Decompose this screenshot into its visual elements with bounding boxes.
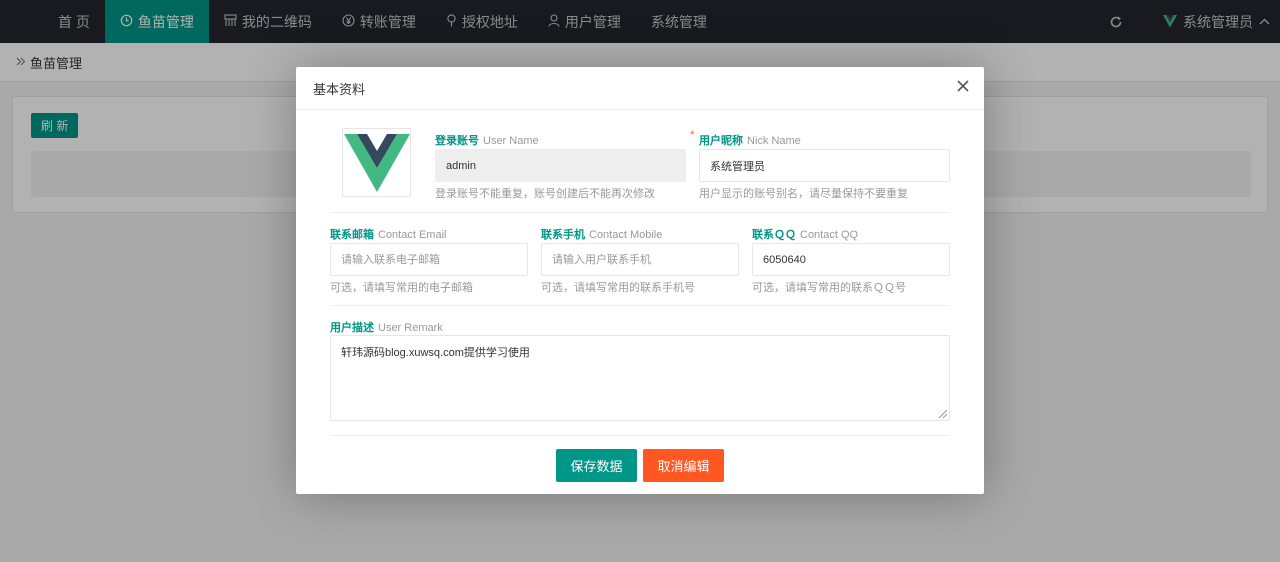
close-icon[interactable] <box>956 79 970 93</box>
email-label: 联系邮箱 Contact Email <box>330 229 447 241</box>
username-hint: 登录账号不能重复，账号创建后不能再次修改 <box>435 188 655 200</box>
modal-header: 基本资料 <box>296 67 984 110</box>
vue-logo-icon <box>343 133 410 192</box>
qq-field[interactable] <box>752 243 950 276</box>
remark-textarea[interactable]: 轩玮源码blog.xuwsq.com提供学习使用 <box>330 335 950 421</box>
username-field[interactable] <box>435 149 686 182</box>
email-hint: 可选，请填写常用的电子邮箱 <box>330 282 473 294</box>
divider <box>330 305 950 306</box>
nickname-hint: 用户显示的账号别名，请尽量保持不要重复 <box>699 188 908 200</box>
profile-modal: 基本资料 登录账号User Name 登录账号不能重复，账号创建后不能再次修改 … <box>296 67 984 494</box>
qq-hint: 可选，请填写常用的联系ＱＱ号 <box>752 282 906 294</box>
required-mark: * <box>690 129 695 141</box>
nickname-field[interactable] <box>699 149 950 182</box>
avatar[interactable] <box>342 128 411 197</box>
save-button[interactable]: 保存数据 <box>556 449 637 482</box>
mobile-hint: 可选，请填写常用的联系手机号 <box>541 282 695 294</box>
resize-grip-icon[interactable] <box>936 407 948 419</box>
cancel-button[interactable]: 取消编辑 <box>643 449 724 482</box>
modal-title: 基本资料 <box>313 81 366 97</box>
divider <box>330 435 950 436</box>
qq-label: 联系ＱＱ Contact QQ <box>752 229 859 241</box>
remark-label: 用户描述 User Remark <box>330 322 443 334</box>
username-label: 登录账号 User Name <box>435 135 539 147</box>
divider <box>330 212 950 213</box>
mobile-label: 联系手机 Contact Mobile <box>541 229 663 241</box>
nickname-label: * 用户昵称 Nick Name <box>690 129 801 147</box>
email-field[interactable] <box>330 243 528 276</box>
mobile-field[interactable] <box>541 243 739 276</box>
